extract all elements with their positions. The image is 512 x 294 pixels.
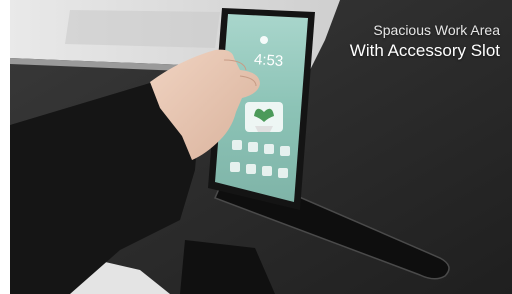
phone-clock: 4:53 [253, 51, 284, 70]
laptop-touchpad [65, 10, 220, 48]
caption-line-1: Spacious Work Area [373, 22, 500, 38]
lock-icon [260, 36, 268, 44]
caption-line-2: With Accessory Slot [349, 41, 500, 60]
video-frame: 4:53 Spacious Work Area With Accessory S… [10, 0, 512, 294]
